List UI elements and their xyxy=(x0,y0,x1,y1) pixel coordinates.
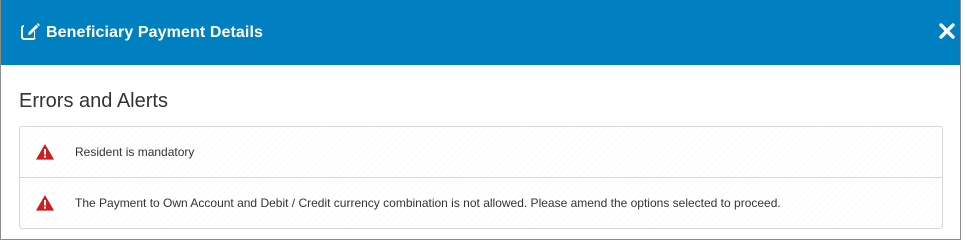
alert-message: The Payment to Own Account and Debit / C… xyxy=(75,196,781,210)
beneficiary-payment-details-modal: Beneficiary Payment Details Errors and A… xyxy=(0,0,961,240)
edit-icon xyxy=(20,22,40,42)
section-title: Errors and Alerts xyxy=(19,90,168,112)
alert-item: Resident is mandatory xyxy=(20,127,942,177)
alert-item: The Payment to Own Account and Debit / C… xyxy=(20,177,942,228)
warning-icon xyxy=(36,144,54,160)
close-icon[interactable] xyxy=(938,22,956,40)
modal-body: Errors and Alerts Resident is mandatory xyxy=(1,89,960,229)
alerts-list: Resident is mandatory The Payment to Own… xyxy=(19,126,943,229)
alert-message: Resident is mandatory xyxy=(75,145,195,159)
modal-header: Beneficiary Payment Details xyxy=(1,0,960,65)
modal-title: Beneficiary Payment Details xyxy=(46,23,264,41)
warning-icon xyxy=(36,195,54,211)
